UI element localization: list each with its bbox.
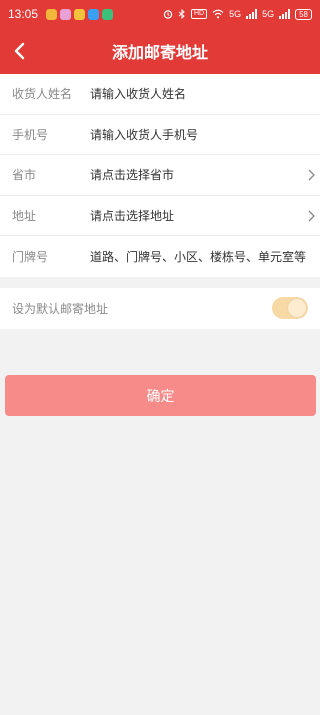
province-city-label: 省市 — [12, 168, 37, 183]
address-row[interactable]: 地址 请点击选择地址 — [0, 196, 320, 236]
notification-app-icon — [46, 8, 58, 20]
recipient-name-label: 收货人姓名 — [12, 87, 73, 102]
chevron-right-icon — [308, 210, 315, 221]
house-number-input[interactable]: 道路、门牌号、小区、楼栋号、单元室等 — [90, 248, 306, 265]
notification-app-icon — [102, 8, 114, 20]
confirm-button[interactable]: 确定 — [5, 375, 316, 416]
battery-icon: 58 — [295, 8, 312, 20]
page-title: 添加邮寄地址 — [111, 43, 208, 62]
chevron-left-icon — [14, 42, 25, 60]
address-label: 地址 — [12, 208, 37, 223]
default-address-label: 设为默认邮寄地址 — [12, 302, 109, 316]
bluetooth-icon — [178, 9, 185, 19]
phone-input[interactable]: 请输入收货人手机号 — [90, 126, 198, 143]
house-number-label: 门牌号 — [12, 249, 49, 264]
recipient-name-input[interactable]: 请输入收货人姓名 — [90, 85, 186, 102]
status-indicators: HD 5G 5G 58 — [163, 8, 312, 20]
status-time: 13:05 — [8, 7, 39, 21]
status-bar: 13:05 HD 5G 5G 58 — [0, 0, 320, 28]
chevron-right-icon — [308, 169, 315, 181]
province-city-selector[interactable]: 请点击选择省市 — [90, 166, 174, 183]
hd-badge: HD — [190, 9, 208, 19]
address-selector[interactable]: 请点击选择地址 — [90, 207, 174, 224]
header-bar: 添加邮寄地址 — [0, 28, 320, 74]
status-app-icons — [46, 8, 114, 20]
signal-icon — [279, 9, 291, 19]
signal-label: 5G — [229, 9, 242, 19]
alarm-icon — [163, 10, 173, 19]
house-number-row[interactable]: 门牌号 道路、门牌号、小区、楼栋号、单元室等 — [0, 236, 320, 277]
province-city-row[interactable]: 省市 请点击选择省市 — [0, 155, 320, 196]
default-address-toggle[interactable] — [272, 297, 308, 319]
notification-app-icon — [74, 8, 86, 20]
notification-app-icon — [60, 8, 72, 20]
phone-label: 手机号 — [12, 127, 49, 142]
address-form: 收货人姓名 请输入收货人姓名 手机号 请输入收货人手机号 省市 请点击选择省市 … — [0, 74, 320, 277]
signal-label: 5G — [262, 9, 275, 19]
back-button[interactable] — [4, 36, 34, 66]
signal-icon — [246, 9, 258, 19]
phone-row[interactable]: 手机号 请输入收货人手机号 — [0, 115, 320, 155]
notification-app-icon — [88, 8, 100, 20]
recipient-name-row[interactable]: 收货人姓名 请输入收货人姓名 — [0, 74, 320, 115]
toggle-knob — [288, 299, 306, 317]
default-address-row: 设为默认邮寄地址 — [0, 288, 320, 329]
wifi-icon — [212, 9, 224, 19]
